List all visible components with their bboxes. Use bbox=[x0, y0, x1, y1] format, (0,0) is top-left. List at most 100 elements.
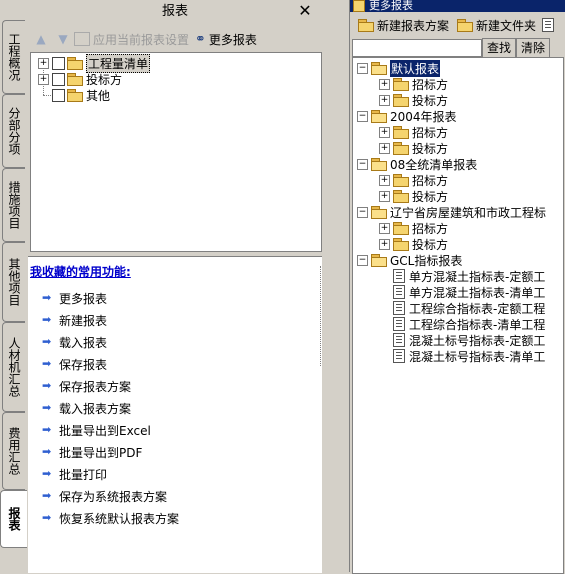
fav-label: 恢复系统默认报表方案 bbox=[59, 511, 180, 526]
tree-item-report[interactable]: 单方混凝土指标表-清单工 bbox=[393, 284, 545, 300]
more-reports-label: 更多报表 bbox=[208, 32, 257, 47]
new-scheme-button[interactable]: 新建报表方案 bbox=[358, 17, 449, 34]
vertical-tab-strip: 工程概况 分部分项 措施项目 其他项目 人材机汇总 费用汇总 报表 bbox=[0, 0, 28, 572]
more-button[interactable] bbox=[542, 18, 558, 32]
fav-export-pdf[interactable]: ➡ 批量导出到PDF bbox=[42, 443, 142, 461]
collapse-icon[interactable]: − bbox=[357, 158, 368, 170]
tab-measures[interactable]: 措施项目 bbox=[2, 168, 25, 242]
tab-label: 报表 bbox=[7, 507, 21, 531]
tree-item-bidder[interactable]: + 投标方 bbox=[379, 236, 448, 252]
tree-item-report[interactable]: 混凝土标号指标表-定额工 bbox=[393, 332, 545, 348]
fav-more-reports[interactable]: ➡ 更多报表 bbox=[42, 289, 107, 307]
collapse-icon[interactable]: − bbox=[357, 206, 368, 218]
clear-button[interactable]: 清除 bbox=[516, 38, 550, 58]
tree-item-gcl-reports[interactable]: − GCL指标报表 bbox=[357, 252, 462, 268]
app-icon bbox=[353, 0, 365, 12]
close-icon[interactable]: ✕ bbox=[296, 2, 314, 20]
tab-labor-material-summary[interactable]: 人材机汇总 bbox=[2, 322, 25, 412]
collapse-icon[interactable]: − bbox=[357, 62, 368, 74]
expand-icon[interactable]: + bbox=[38, 73, 49, 85]
fav-save-report[interactable]: ➡ 保存报表 bbox=[42, 355, 107, 373]
expand-icon[interactable]: + bbox=[379, 174, 390, 186]
tab-subdivision[interactable]: 分部分项 bbox=[2, 94, 25, 168]
tab-other-items[interactable]: 其他项目 bbox=[2, 242, 25, 322]
fav-load-report[interactable]: ➡ 载入报表 bbox=[42, 333, 107, 351]
tree-item-label: 招标方 bbox=[412, 77, 449, 92]
folder-icon bbox=[358, 19, 374, 32]
expand-icon[interactable]: + bbox=[379, 190, 390, 202]
tree-item-08-reports[interactable]: − 08全统清单报表 bbox=[357, 156, 477, 172]
fav-load-scheme[interactable]: ➡ 载入报表方案 bbox=[42, 399, 131, 417]
tree-item-report[interactable]: 单方混凝土指标表-定额工 bbox=[393, 268, 545, 284]
more-reports-tree: − 默认报表 + 招标方 + 投标方 − 2004年报表 + 招标方 + 投标方 − 08全统… bbox=[352, 57, 564, 574]
collapse-icon[interactable]: − bbox=[357, 110, 368, 122]
tab-cost-summary[interactable]: 费用汇总 bbox=[2, 412, 25, 490]
collapse-icon[interactable]: − bbox=[357, 254, 368, 266]
binoculars-icon: ⚭ bbox=[195, 31, 206, 47]
arrow-right-icon: ➡ bbox=[42, 467, 52, 480]
apply-settings-icon bbox=[74, 32, 90, 46]
checkbox[interactable] bbox=[52, 88, 65, 102]
arrow-right-icon: ➡ bbox=[42, 423, 52, 436]
tree-item-tenderee[interactable]: + 招标方 bbox=[379, 220, 448, 236]
expand-icon[interactable]: + bbox=[379, 78, 390, 90]
fav-new-report[interactable]: ➡ 新建报表 bbox=[42, 311, 107, 329]
tree-item-bidder[interactable]: + 投标方 bbox=[379, 92, 448, 108]
tree-item-report[interactable]: 工程综合指标表-清单工程 bbox=[393, 316, 545, 332]
tree-item-tenderee[interactable]: + 招标方 bbox=[379, 172, 448, 188]
fav-batch-print[interactable]: ➡ 批量打印 bbox=[42, 465, 107, 483]
fav-save-scheme[interactable]: ➡ 保存报表方案 bbox=[42, 377, 131, 395]
checkbox[interactable] bbox=[52, 56, 65, 70]
tree-item-label: 投标方 bbox=[412, 141, 449, 156]
arrow-right-icon: ➡ bbox=[42, 313, 52, 326]
tree-item-report[interactable]: 混凝土标号指标表-清单工 bbox=[393, 348, 545, 364]
tree-item-liaoning-reports[interactable]: − 辽宁省房屋建筑和市政工程标 bbox=[357, 204, 546, 220]
tab-project-overview[interactable]: 工程概况 bbox=[2, 20, 25, 94]
fav-restore-default[interactable]: ➡ 恢复系统默认报表方案 bbox=[42, 509, 179, 527]
tree-item-label: 08全统清单报表 bbox=[390, 157, 478, 172]
expand-icon[interactable]: + bbox=[38, 57, 49, 69]
tree-item-label: 招标方 bbox=[412, 173, 449, 188]
tree-item-label: 默认报表 bbox=[390, 59, 441, 77]
tree-item-2004-reports[interactable]: − 2004年报表 bbox=[357, 108, 457, 124]
tab-label: 人材机汇总 bbox=[7, 337, 21, 397]
tree-item-quantity-list[interactable]: + 工程量清单 bbox=[38, 53, 151, 73]
report-tree: + 工程量清单 + 投标方 其他 bbox=[30, 52, 322, 252]
fav-label: 保存为系统报表方案 bbox=[59, 489, 168, 504]
fav-save-system-scheme[interactable]: ➡ 保存为系统报表方案 bbox=[42, 487, 167, 505]
expand-icon[interactable]: + bbox=[379, 238, 390, 250]
report-document-icon bbox=[393, 333, 405, 347]
tree-item-other[interactable]: 其他 bbox=[52, 87, 110, 103]
splitter[interactable] bbox=[322, 0, 349, 572]
expand-icon[interactable]: + bbox=[379, 222, 390, 234]
apply-settings-button[interactable]: 应用当前报表设置 bbox=[74, 31, 189, 48]
fav-label: 保存报表 bbox=[59, 357, 108, 372]
search-input[interactable] bbox=[352, 39, 482, 57]
fav-export-excel[interactable]: ➡ 批量导出到Excel bbox=[42, 421, 151, 439]
find-button[interactable]: 查找 bbox=[482, 38, 516, 58]
more-reports-button[interactable]: ⚭ 更多报表 bbox=[195, 31, 257, 48]
move-down-icon[interactable]: ▼ bbox=[56, 32, 70, 46]
tree-item-label: 工程综合指标表-清单工程 bbox=[409, 317, 546, 332]
report-document-icon bbox=[393, 285, 405, 299]
tab-reports[interactable]: 报表 bbox=[0, 490, 27, 548]
tree-item-bidder[interactable]: + 投标方 bbox=[379, 140, 448, 156]
tree-item-label: 投标方 bbox=[412, 237, 449, 252]
checkbox[interactable] bbox=[52, 72, 65, 86]
tree-item-tenderee[interactable]: + 招标方 bbox=[379, 76, 448, 92]
fav-label: 载入报表方案 bbox=[59, 401, 132, 416]
tree-item-bidder[interactable]: + 投标方 bbox=[379, 188, 448, 204]
move-up-icon[interactable]: ▲ bbox=[34, 32, 48, 46]
tree-item-label: 单方混凝土指标表-定额工 bbox=[409, 269, 546, 284]
favorites-scrollbar[interactable] bbox=[320, 266, 321, 366]
report-document-icon bbox=[393, 349, 405, 363]
tree-item-bidder[interactable]: + 投标方 bbox=[38, 71, 122, 87]
tree-item-tenderee[interactable]: + 招标方 bbox=[379, 124, 448, 140]
new-folder-button[interactable]: 新建文件夹 bbox=[457, 17, 536, 34]
tree-item-default-reports[interactable]: − 默认报表 bbox=[357, 59, 441, 77]
tree-item-label: 单方混凝土指标表-清单工 bbox=[409, 285, 546, 300]
expand-icon[interactable]: + bbox=[379, 94, 390, 106]
expand-icon[interactable]: + bbox=[379, 142, 390, 154]
expand-icon[interactable]: + bbox=[379, 126, 390, 138]
tree-item-report[interactable]: 工程综合指标表-定额工程 bbox=[393, 300, 545, 316]
